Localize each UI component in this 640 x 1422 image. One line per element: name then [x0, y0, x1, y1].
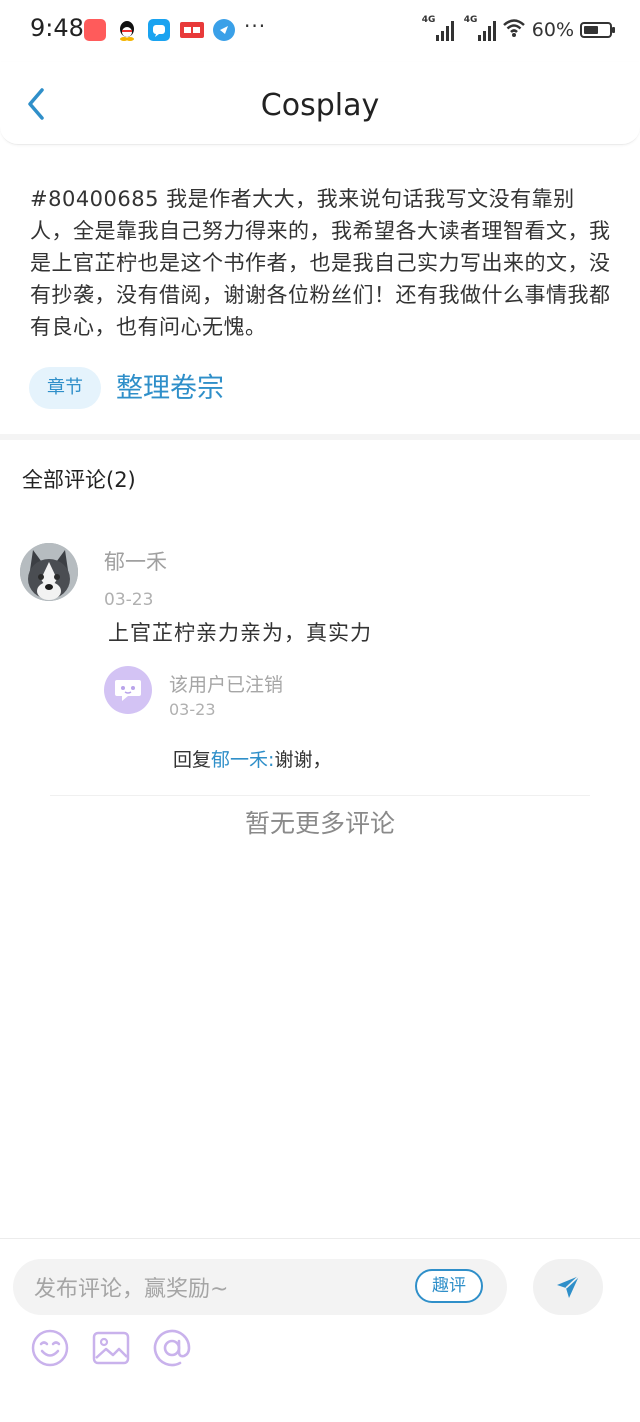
no-more-comments: 暂无更多评论 — [244, 809, 395, 838]
shopping-app-icon — [84, 19, 106, 41]
reply-author: 该用户已注销 — [169, 674, 284, 696]
image-button[interactable] — [90, 1327, 132, 1369]
chapter-link[interactable]: 整理卷宗 — [116, 370, 224, 408]
battery-percent: 60% — [531, 19, 574, 41]
send-button[interactable] — [533, 1259, 603, 1315]
fun-comment-button[interactable]: 趣评 — [415, 1269, 483, 1303]
message-app-icon — [148, 19, 170, 41]
reply-body: 谢谢， — [274, 749, 332, 771]
reply-prefix: 回复 — [173, 749, 212, 771]
network-type-2: 4G — [463, 15, 478, 25]
toutiao-icon — [180, 22, 204, 38]
section-divider — [0, 434, 640, 440]
emoji-button[interactable] — [29, 1327, 71, 1369]
comment-page: 9:48 ··· 4G 4G 60% Cosplay #80400685 我是作… — [0, 0, 640, 1422]
signal-icon-2: 4G — [464, 15, 496, 41]
reply-avatar[interactable] — [104, 666, 152, 714]
emoji-icon — [31, 1329, 69, 1367]
at-sign-icon — [153, 1329, 191, 1367]
deleted-user-icon — [115, 680, 141, 701]
signal-icon: 4G — [422, 15, 454, 41]
husky-avatar-icon — [20, 543, 78, 601]
comments-heading: 全部评论(2) — [22, 468, 136, 492]
status-time: 9:48 — [30, 14, 84, 42]
send-icon — [557, 1275, 580, 1298]
image-icon — [92, 1331, 130, 1365]
list-end-divider — [50, 795, 590, 796]
top-app-bar: Cosplay — [0, 62, 640, 145]
network-type-1: 4G — [421, 15, 436, 25]
comment-input-placeholder: 发布评论，赢奖励~ — [34, 1277, 229, 1302]
chapter-chip: 章节 — [29, 367, 101, 409]
status-indicators: 4G 4G 60% — [422, 14, 615, 46]
comment-date: 03-23 — [104, 590, 154, 610]
battery-icon — [580, 22, 615, 38]
battery-level — [584, 26, 598, 34]
browser-app-icon — [213, 19, 235, 41]
comment-text[interactable]: 上官芷柠亲力亲为，真实力 — [108, 617, 372, 647]
more-notifications: ··· — [244, 14, 267, 38]
post-content: #80400685 我是作者大大，我来说句话我写文没有靠别人，全是靠我自己努力得… — [30, 187, 611, 339]
reply-mention[interactable]: 郁一禾 — [211, 749, 268, 771]
comment-author[interactable]: 郁一禾 — [104, 546, 167, 576]
reply-date: 03-23 — [169, 700, 216, 719]
avatar[interactable] — [20, 543, 78, 601]
page-title: Cosplay — [260, 88, 380, 123]
mention-button[interactable] — [151, 1327, 193, 1369]
comment-input[interactable]: 发布评论，赢奖励~ 趣评 — [13, 1259, 507, 1315]
reply-text[interactable]: 回复郁一禾:谢谢， — [173, 745, 331, 772]
wifi-icon — [502, 18, 526, 42]
status-bar: 9:48 ··· 4G 4G 60% — [0, 0, 640, 62]
qq-icon — [116, 19, 138, 41]
comment-composer: 发布评论，赢奖励~ 趣评 — [0, 1238, 640, 1422]
